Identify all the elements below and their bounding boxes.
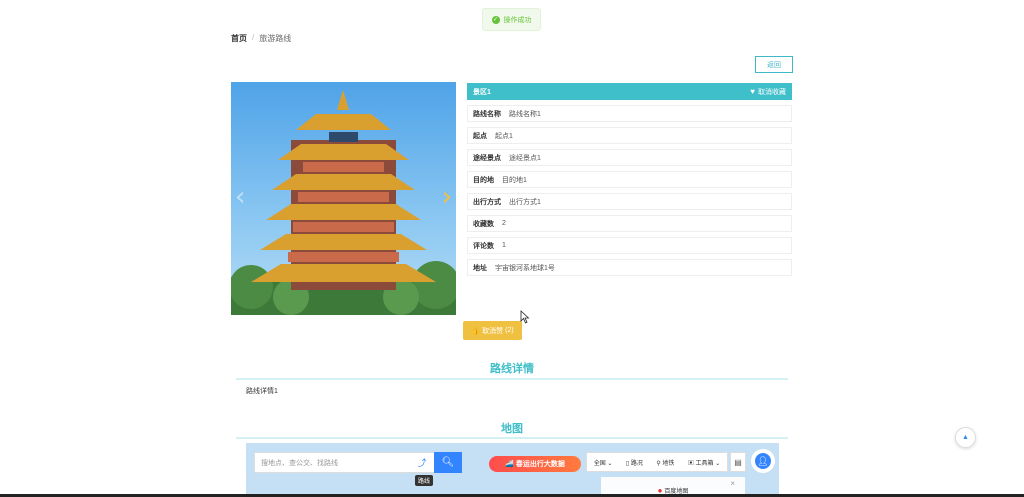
info-label: 路线名称	[473, 110, 501, 118]
unlike-label: 取消赞	[482, 327, 504, 335]
info-value: 1	[502, 242, 506, 249]
route-scenic-title: 景区1	[473, 88, 491, 96]
mouse-cursor-icon	[520, 310, 530, 324]
close-icon[interactable]: ×	[730, 479, 735, 488]
breadcrumb-separator: /	[252, 33, 255, 42]
subway-icon: ⚲	[656, 460, 661, 467]
toolbar-city-select[interactable]: 全国 ⌄	[594, 458, 613, 467]
arrow-up-icon: ▲	[962, 434, 969, 441]
map-user-button[interactable]: 👤︎	[751, 449, 775, 473]
baidu-map[interactable]: 搜地点、查公交、找路线 ⤴ 🔍︎ 路线 🚄 春运出行大数据 全国 ⌄ ▯ 路况 …	[246, 443, 779, 497]
like-count: (2)	[505, 327, 514, 334]
message-icon[interactable]: ▤	[730, 452, 746, 472]
thumbs-up-icon: 👍	[471, 327, 481, 335]
info-label: 收藏数	[473, 220, 494, 228]
breadcrumb-home[interactable]: 首页	[231, 33, 247, 44]
route-tooltip: 路线	[415, 475, 434, 486]
map-promo-banner[interactable]: 🚄 春运出行大数据	[489, 456, 581, 472]
banner-text: 春运出行大数据	[515, 461, 565, 468]
train-icon: 🚄	[505, 461, 514, 468]
route-detail-title: 路线详情	[490, 363, 534, 375]
info-value: 宇宙银河系地球1号	[495, 264, 555, 272]
toolbar-traffic-label: 路况	[630, 460, 643, 467]
info-label: 出行方式	[473, 198, 501, 206]
info-value: 目的地1	[502, 176, 527, 184]
check-circle-icon: ✓	[491, 15, 500, 24]
toast-text: 操作成功	[503, 16, 532, 24]
map-toolbar: 全国 ⌄ ▯ 路况 ⚲ 地铁 ▣ 工具箱 ⌄	[586, 452, 728, 472]
map-title: 地图	[501, 423, 523, 435]
info-row: 路线名称 路线名称1	[467, 105, 792, 122]
info-row: 收藏数 2	[467, 215, 792, 232]
section-divider	[236, 378, 788, 380]
info-row: 目的地 目的地1	[467, 171, 792, 188]
unlike-button[interactable]: 👍 取消赞 (2)	[463, 321, 522, 340]
info-row: 途经景点 途经景点1	[467, 149, 792, 166]
info-row: 出行方式 出行方式1	[467, 193, 792, 210]
route-detail-text: 路线详情1	[246, 388, 278, 395]
toolbar-city-label: 全国	[593, 460, 606, 467]
info-label: 途经景点	[473, 154, 501, 162]
carousel-next-icon[interactable]: ›	[442, 182, 452, 212]
breadcrumb-current: 旅游路线	[259, 34, 292, 43]
breadcrumb: 首页 / 旅游路线	[231, 33, 291, 44]
back-button[interactable]: 返回	[755, 56, 793, 73]
carousel-prev-icon[interactable]: ‹	[235, 182, 245, 212]
info-value: 途经景点1	[509, 154, 541, 162]
route-photo-carousel: ‹ ›	[231, 82, 456, 315]
info-value: 2	[502, 220, 506, 227]
info-value: 路线名称1	[509, 110, 541, 118]
route-info-header: 景区1 ♥ 取消收藏	[467, 83, 792, 100]
info-label: 评论数	[473, 242, 494, 250]
info-label: 起点	[473, 132, 487, 140]
unfavorite-label: 取消收藏	[758, 88, 786, 96]
info-label: 地址	[473, 264, 487, 272]
route-info-panel: 景区1 ♥ 取消收藏 路线名称 路线名称1 起点 起点1 途经景点 途经景点1 目的地…	[467, 83, 792, 276]
back-to-top-button[interactable]: ▲	[955, 427, 976, 448]
toolbar-tools[interactable]: ▣ 工具箱 ⌄	[688, 458, 720, 467]
map-search-button[interactable]: 🔍︎	[434, 452, 462, 473]
info-label: 目的地	[473, 176, 494, 184]
user-icon: 👤︎	[755, 453, 771, 469]
heart-icon: ♥	[750, 87, 755, 96]
info-row: 地址 宇宙银河系地球1号	[467, 259, 792, 276]
toolbar-traffic[interactable]: ▯ 路况	[626, 458, 643, 467]
search-icon: 🔍︎	[441, 457, 455, 468]
toolbar-subway[interactable]: ⚲ 地铁	[656, 458, 674, 467]
info-row: 评论数 1	[467, 237, 792, 254]
section-divider	[236, 437, 788, 439]
toolbar-tools-label: 工具箱	[695, 460, 714, 467]
info-value: 出行方式1	[509, 198, 541, 206]
info-value: 起点1	[495, 132, 513, 140]
tower-image	[231, 90, 456, 315]
info-row: 起点 起点1	[467, 127, 792, 144]
route-icon[interactable]: ⤴	[411, 452, 433, 473]
unfavorite-button[interactable]: ♥ 取消收藏	[750, 87, 786, 97]
success-toast: ✓ 操作成功	[482, 8, 541, 31]
toolbar-subway-label: 地铁	[662, 460, 675, 467]
traffic-icon: ▯	[625, 460, 630, 467]
toolbox-icon: ▣	[687, 460, 694, 467]
